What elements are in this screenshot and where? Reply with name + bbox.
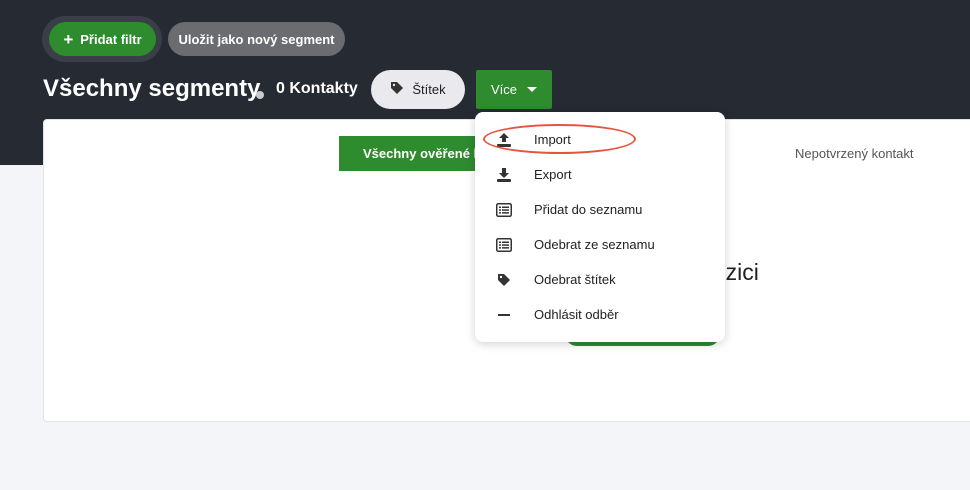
add-filter-label: Přidat filtr [80, 31, 142, 47]
menu-item-export[interactable]: Export [475, 157, 725, 192]
menu-item-unsubscribe[interactable]: Odhlásit odběr [475, 297, 725, 332]
more-button[interactable]: Více [476, 70, 552, 109]
minus-icon [495, 306, 513, 324]
menu-item-remove-from-list[interactable]: Odebrat ze seznamu [475, 227, 725, 262]
list-icon [495, 201, 513, 219]
menu-item-label: Odebrat štítek [534, 272, 616, 287]
menu-item-label: Odebrat ze seznamu [534, 237, 655, 252]
more-button-label: Více [490, 82, 517, 97]
contacts-count: 0 Kontakty [276, 80, 358, 97]
tab-unconfirmed[interactable]: Nepotvrzený kontakt [795, 146, 914, 161]
separator-dot [256, 91, 264, 99]
caret-down-icon [527, 87, 537, 92]
menu-item-remove-tag[interactable]: Odebrat štítek [475, 262, 725, 297]
tag-icon [390, 81, 404, 98]
page-title: Všechny segmenty [43, 75, 261, 102]
upload-icon [495, 131, 513, 149]
list-icon [495, 236, 513, 254]
menu-item-label: Export [534, 167, 572, 182]
download-icon [495, 166, 513, 184]
menu-item-label: Odhlásit odběr [534, 307, 619, 322]
add-filter-button[interactable]: + Přidat filtr [49, 22, 156, 56]
tag-button-label: Štítek [412, 82, 446, 97]
more-dropdown-menu: Import Export Přidat do seznamu Odebrat … [475, 112, 725, 342]
tag-icon [495, 271, 513, 289]
menu-item-import[interactable]: Import [475, 122, 725, 157]
tab-verified[interactable]: Všechny ověřené k [339, 136, 489, 171]
tag-button[interactable]: Štítek [371, 70, 465, 109]
menu-item-label: Přidat do seznamu [534, 202, 643, 217]
menu-item-add-to-list[interactable]: Přidat do seznamu [475, 192, 725, 227]
menu-item-label: Import [534, 132, 571, 147]
save-segment-button[interactable]: Uložit jako nový segment [168, 22, 345, 56]
plus-icon: + [63, 29, 74, 49]
